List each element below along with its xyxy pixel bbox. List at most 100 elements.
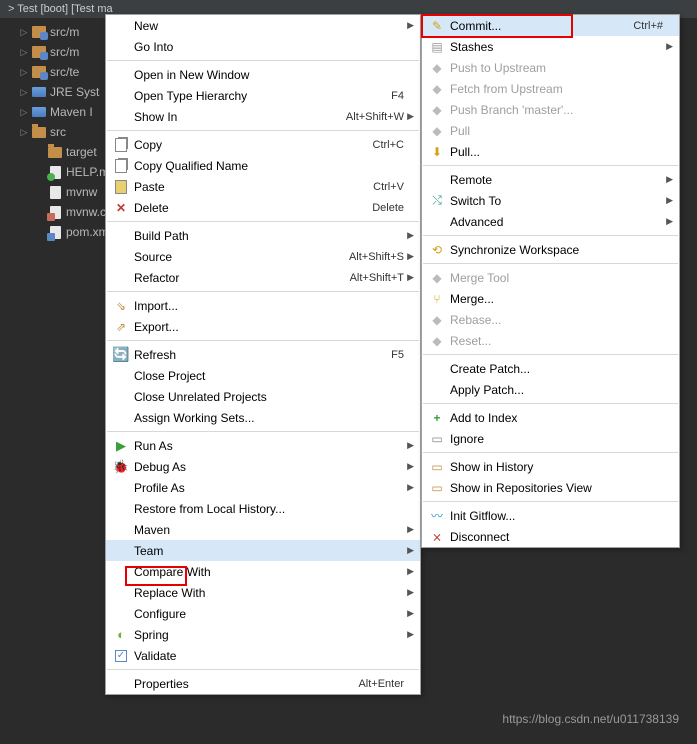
blank-icon xyxy=(110,585,132,601)
menu-item-run-as[interactable]: ▶Run As▶ xyxy=(106,435,420,456)
menu-item-export[interactable]: ⇗Export... xyxy=(106,316,420,337)
menu-label: Refactor xyxy=(132,271,350,285)
menu-item-ignore[interactable]: ▭Ignore xyxy=(422,428,679,449)
menu-item-properties[interactable]: PropertiesAlt+Enter xyxy=(106,673,420,694)
expand-arrow-icon[interactable]: ▷ xyxy=(18,87,30,98)
menu-item-validate[interactable]: ✓Validate xyxy=(106,645,420,666)
gray-icon: ◆ xyxy=(426,60,448,76)
blank-icon xyxy=(426,361,448,377)
menu-item-show-in[interactable]: Show InAlt+Shift+W▶ xyxy=(106,106,420,127)
menu-item-replace-with[interactable]: Replace With▶ xyxy=(106,582,420,603)
expand-arrow-icon[interactable]: ▷ xyxy=(18,67,30,78)
menu-item-commit[interactable]: ✎Commit...Ctrl+# xyxy=(422,15,679,36)
lib-icon xyxy=(30,84,48,100)
menu-separator xyxy=(107,291,419,292)
menu-item-team[interactable]: Team▶ xyxy=(106,540,420,561)
sync-icon: ⟲ xyxy=(426,242,448,258)
merge-icon: ⑂ xyxy=(426,291,448,307)
menu-item-refresh[interactable]: 🔄RefreshF5 xyxy=(106,344,420,365)
refresh-icon: 🔄 xyxy=(110,347,132,363)
stash-icon: ▤ xyxy=(426,39,448,55)
menu-item-copy-qualified-name[interactable]: Copy Qualified Name xyxy=(106,155,420,176)
menu-shortcut: F4 xyxy=(391,90,404,102)
menu-label: Disconnect xyxy=(448,530,663,544)
menu-label: Create Patch... xyxy=(448,362,663,376)
menu-item-new[interactable]: New▶ xyxy=(106,15,420,36)
menu-label: New xyxy=(132,19,404,33)
submenu-arrow-icon: ▶ xyxy=(404,629,414,640)
menu-label: Paste xyxy=(132,180,373,194)
menu-item-show-in-repositories-view[interactable]: ▭Show in Repositories View xyxy=(422,477,679,498)
menu-item-close-unrelated-projects[interactable]: Close Unrelated Projects xyxy=(106,386,420,407)
menu-item-refactor[interactable]: RefactorAlt+Shift+T▶ xyxy=(106,267,420,288)
switch-icon: ⤭ xyxy=(426,193,448,209)
menu-label: Open in New Window xyxy=(132,68,404,82)
menu-item-compare-with[interactable]: Compare With▶ xyxy=(106,561,420,582)
menu-item-assign-working-sets[interactable]: Assign Working Sets... xyxy=(106,407,420,428)
menu-item-push-branch-master: ◆Push Branch 'master'... xyxy=(422,99,679,120)
menu-item-copy[interactable]: CopyCtrl+C xyxy=(106,134,420,155)
menu-shortcut: Ctrl+# xyxy=(633,20,663,32)
menu-item-pull[interactable]: ⬇Pull... xyxy=(422,141,679,162)
menu-item-open-type-hierarchy[interactable]: Open Type HierarchyF4 xyxy=(106,85,420,106)
menu-item-build-path[interactable]: Build Path▶ xyxy=(106,225,420,246)
blank-icon xyxy=(110,606,132,622)
menu-item-stashes[interactable]: ▤Stashes▶ xyxy=(422,36,679,57)
menu-item-remote[interactable]: Remote▶ xyxy=(422,169,679,190)
menu-item-apply-patch[interactable]: Apply Patch... xyxy=(422,379,679,400)
expand-arrow-icon[interactable]: ▷ xyxy=(18,27,30,38)
menu-item-fetch-from-upstream: ◆Fetch from Upstream xyxy=(422,78,679,99)
submenu-arrow-icon: ▶ xyxy=(404,272,414,283)
menu-item-delete[interactable]: ✕DeleteDelete xyxy=(106,197,420,218)
blank-icon xyxy=(110,480,132,496)
menu-label: Source xyxy=(132,250,349,264)
menu-separator xyxy=(107,669,419,670)
gray-icon: ◆ xyxy=(426,81,448,97)
menu-item-disconnect[interactable]: ⨯Disconnect xyxy=(422,526,679,547)
menu-item-debug-as[interactable]: 🐞Debug As▶ xyxy=(106,456,420,477)
menu-label: Commit... xyxy=(448,19,633,33)
pkg-icon xyxy=(30,44,48,60)
submenu-arrow-icon: ▶ xyxy=(404,587,414,598)
commit-icon: ✎ xyxy=(426,18,448,34)
expand-arrow-icon[interactable]: ▷ xyxy=(18,107,30,118)
menu-item-close-project[interactable]: Close Project xyxy=(106,365,420,386)
submenu-arrow-icon: ▶ xyxy=(404,440,414,451)
menu-item-maven[interactable]: Maven▶ xyxy=(106,519,420,540)
menu-label: Maven xyxy=(132,523,404,537)
menu-item-go-into[interactable]: Go Into xyxy=(106,36,420,57)
menu-item-init-gitflow[interactable]: 〰Init Gitflow... xyxy=(422,505,679,526)
menu-item-create-patch[interactable]: Create Patch... xyxy=(422,358,679,379)
menu-label: Show in History xyxy=(448,460,663,474)
menu-item-merge[interactable]: ⑂Merge... xyxy=(422,288,679,309)
blank-icon xyxy=(110,18,132,34)
context-menu-main[interactable]: New▶Go IntoOpen in New WindowOpen Type H… xyxy=(105,14,421,695)
menu-item-add-to-index[interactable]: +Add to Index xyxy=(422,407,679,428)
menu-item-synchronize-workspace[interactable]: ⟲Synchronize Workspace xyxy=(422,239,679,260)
gray-icon: ◆ xyxy=(426,123,448,139)
menu-label: Fetch from Upstream xyxy=(448,82,663,96)
menu-item-spring[interactable]: ◐Spring▶ xyxy=(106,624,420,645)
menu-item-show-in-history[interactable]: ▭Show in History xyxy=(422,456,679,477)
menu-item-open-in-new-window[interactable]: Open in New Window xyxy=(106,64,420,85)
menu-item-advanced[interactable]: Advanced▶ xyxy=(422,211,679,232)
export-icon: ⇗ xyxy=(110,319,132,335)
expand-arrow-icon[interactable]: ▷ xyxy=(18,127,30,138)
submenu-arrow-icon: ▶ xyxy=(404,111,414,122)
blank-icon xyxy=(110,410,132,426)
gray-icon: ◆ xyxy=(426,312,448,328)
menu-item-configure[interactable]: Configure▶ xyxy=(106,603,420,624)
menu-item-restore-from-local-history[interactable]: Restore from Local History... xyxy=(106,498,420,519)
menu-item-paste[interactable]: PasteCtrl+V xyxy=(106,176,420,197)
menu-item-switch-to[interactable]: ⤭Switch To▶ xyxy=(422,190,679,211)
menu-item-reset: ◆Reset... xyxy=(422,330,679,351)
menu-item-profile-as[interactable]: Profile As▶ xyxy=(106,477,420,498)
import-icon: ⇘ xyxy=(110,298,132,314)
menu-label: Push to Upstream xyxy=(448,61,663,75)
menu-separator xyxy=(107,431,419,432)
expand-arrow-icon[interactable]: ▷ xyxy=(18,47,30,58)
context-menu-team[interactable]: ✎Commit...Ctrl+#▤Stashes▶◆Push to Upstre… xyxy=(421,14,680,548)
menu-label: Spring xyxy=(132,628,404,642)
menu-item-import[interactable]: ⇘Import... xyxy=(106,295,420,316)
menu-item-source[interactable]: SourceAlt+Shift+S▶ xyxy=(106,246,420,267)
